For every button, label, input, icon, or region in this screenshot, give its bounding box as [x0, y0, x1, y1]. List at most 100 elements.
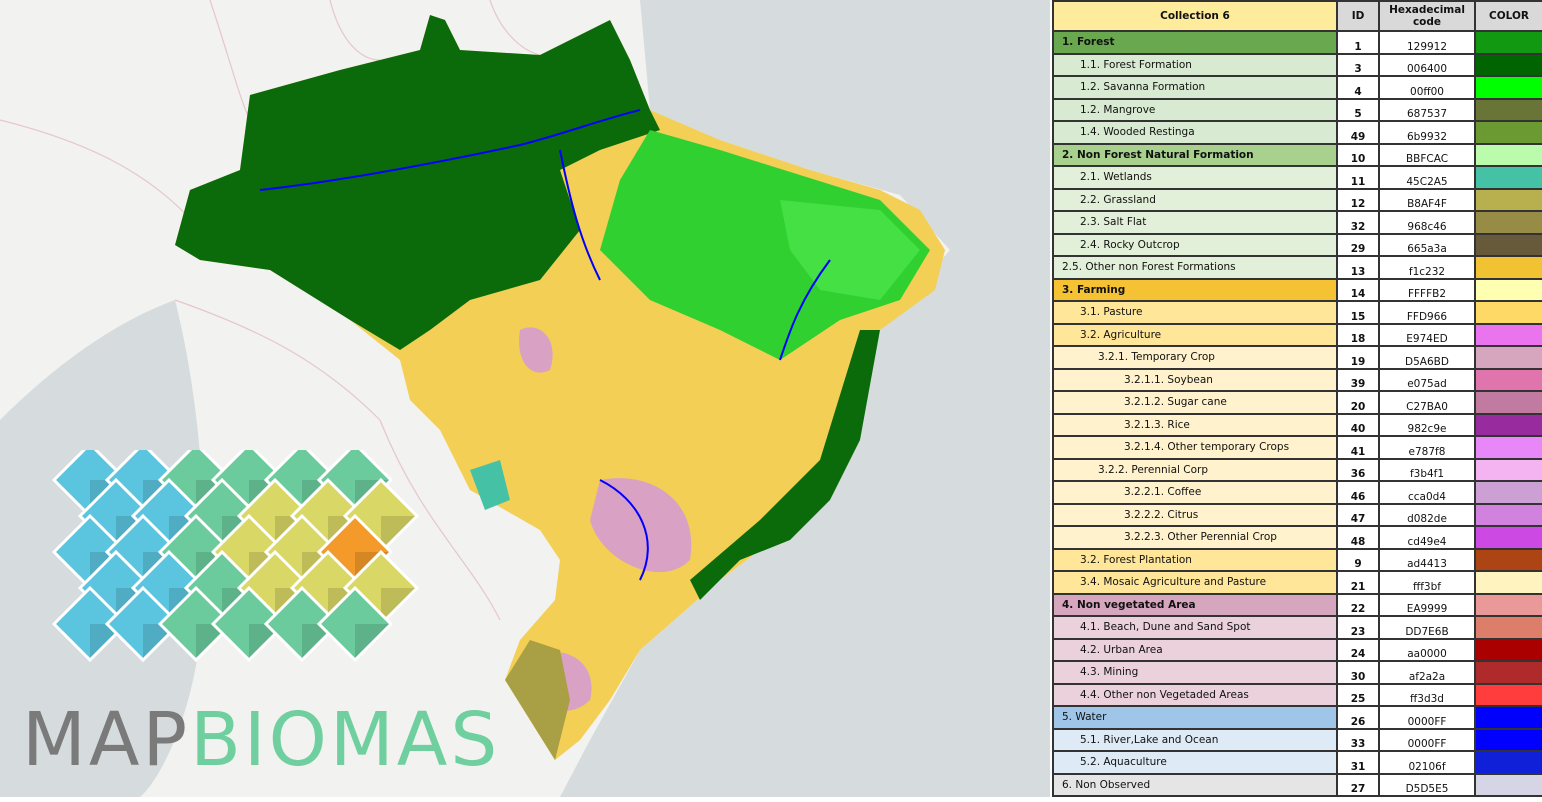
class-id: 1: [1336, 30, 1380, 55]
class-hex-code: f1c232: [1378, 255, 1476, 280]
class-id: 13: [1336, 255, 1380, 280]
class-color-swatch: [1474, 705, 1542, 730]
class-name: 3.2. Agriculture: [1052, 322, 1338, 347]
class-hex-code: ad4413: [1378, 547, 1476, 572]
class-color-swatch: [1474, 232, 1542, 257]
class-id: 26: [1336, 705, 1380, 730]
class-name: 3.2.1.3. Rice: [1052, 412, 1338, 437]
legend-row: 3.2. Agriculture 18 E974ED: [1052, 322, 1542, 347]
class-color-swatch: [1474, 592, 1542, 617]
class-color-swatch: [1474, 727, 1542, 752]
class-id: 21: [1336, 570, 1380, 595]
class-id: 12: [1336, 187, 1380, 212]
legend-row: 4.1. Beach, Dune and Sand Spot 23 DD7E6B: [1052, 615, 1542, 640]
class-id: 49: [1336, 120, 1380, 145]
header-collection: Collection 6: [1052, 0, 1338, 32]
class-name: 5.2. Aquaculture: [1052, 750, 1338, 775]
class-color-swatch: [1474, 457, 1542, 482]
class-color-swatch: [1474, 345, 1542, 370]
class-name: 4.2. Urban Area: [1052, 637, 1338, 662]
legend-row: 3.2.1.3. Rice 40 982c9e: [1052, 412, 1542, 437]
class-id: 22: [1336, 592, 1380, 617]
class-hex-code: e075ad: [1378, 367, 1476, 392]
class-name: 3.4. Mosaic Agriculture and Pasture: [1052, 570, 1338, 595]
class-hex-code: af2a2a: [1378, 660, 1476, 685]
legend-row: 3.2.1.2. Sugar cane 20 C27BA0: [1052, 390, 1542, 415]
class-hex-code: EA9999: [1378, 592, 1476, 617]
legend-table: Collection 6 ID Hexadecimal code COLOR 1…: [1052, 0, 1542, 797]
class-name: 4.3. Mining: [1052, 660, 1338, 685]
class-hex-code: f3b4f1: [1378, 457, 1476, 482]
class-color-swatch: [1474, 660, 1542, 685]
legend-row: 2.4. Rocky Outcrop 29 665a3a: [1052, 232, 1542, 257]
header-hex: Hexadecimal code: [1378, 0, 1476, 32]
legend-row: 3. Farming 14 FFFFB2: [1052, 277, 1542, 302]
class-hex-code: aa0000: [1378, 637, 1476, 662]
class-name: 1.2. Mangrove: [1052, 97, 1338, 122]
class-name: 1.4. Wooded Restinga: [1052, 120, 1338, 145]
legend-row: 5. Water 26 0000FF: [1052, 705, 1542, 730]
class-id: 20: [1336, 390, 1380, 415]
legend-row: 5.1. River,Lake and Ocean 33 0000FF: [1052, 727, 1542, 752]
class-hex-code: BBFCAC: [1378, 142, 1476, 167]
legend-row: 1.4. Wooded Restinga 49 6b9932: [1052, 120, 1542, 145]
class-color-swatch: [1474, 52, 1542, 77]
class-name: 2.1. Wetlands: [1052, 165, 1338, 190]
class-id: 19: [1336, 345, 1380, 370]
class-name: 3.2.2.2. Citrus: [1052, 502, 1338, 527]
class-hex-code: 006400: [1378, 52, 1476, 77]
class-id: 32: [1336, 210, 1380, 235]
class-name: 2.5. Other non Forest Formations: [1052, 255, 1338, 280]
legend-row: 2.2. Grassland 12 B8AF4F: [1052, 187, 1542, 212]
class-hex-code: 129912: [1378, 30, 1476, 55]
class-id: 36: [1336, 457, 1380, 482]
class-name: 5.1. River,Lake and Ocean: [1052, 727, 1338, 752]
header-color: COLOR: [1474, 0, 1542, 32]
class-color-swatch: [1474, 547, 1542, 572]
class-hex-code: cd49e4: [1378, 525, 1476, 550]
class-hex-code: 665a3a: [1378, 232, 1476, 257]
class-color-swatch: [1474, 390, 1542, 415]
legend-row: 3.1. Pasture 15 FFD966: [1052, 300, 1542, 325]
class-name: 3.2.1.4. Other temporary Crops: [1052, 435, 1338, 460]
class-id: 5: [1336, 97, 1380, 122]
class-hex-code: D5D5E5: [1378, 772, 1476, 797]
class-color-swatch: [1474, 187, 1542, 212]
legend-row: 3.2.2.1. Coffee 46 cca0d4: [1052, 480, 1542, 505]
class-color-swatch: [1474, 322, 1542, 347]
class-id: 14: [1336, 277, 1380, 302]
class-id: 41: [1336, 435, 1380, 460]
class-hex-code: 687537: [1378, 97, 1476, 122]
legend-row: 1.2. Mangrove 5 687537: [1052, 97, 1542, 122]
class-name: 3. Farming: [1052, 277, 1338, 302]
class-name: 3.2.2. Perennial Corp: [1052, 457, 1338, 482]
class-id: 31: [1336, 750, 1380, 775]
legend-row: 1.1. Forest Formation 3 006400: [1052, 52, 1542, 77]
class-color-swatch: [1474, 30, 1542, 55]
legend-row: 4.2. Urban Area 24 aa0000: [1052, 637, 1542, 662]
class-id: 3: [1336, 52, 1380, 77]
legend-header-row: Collection 6 ID Hexadecimal code COLOR: [1052, 0, 1542, 32]
class-color-swatch: [1474, 75, 1542, 100]
class-id: 30: [1336, 660, 1380, 685]
mapbiomas-logo-text: MAPBIOMAS: [22, 697, 501, 783]
class-hex-code: E974ED: [1378, 322, 1476, 347]
class-name: 1. Forest: [1052, 30, 1338, 55]
class-id: 27: [1336, 772, 1380, 797]
class-name: 2.4. Rocky Outcrop: [1052, 232, 1338, 257]
class-hex-code: 6b9932: [1378, 120, 1476, 145]
class-color-swatch: [1474, 772, 1542, 797]
land-cover-map[interactable]: MAPBIOMAS: [0, 0, 1050, 797]
class-name: 3.2.2.3. Other Perennial Crop: [1052, 525, 1338, 550]
legend-row: 6. Non Observed 27 D5D5E5: [1052, 772, 1542, 797]
class-id: 18: [1336, 322, 1380, 347]
class-id: 9: [1336, 547, 1380, 572]
class-hex-code: C27BA0: [1378, 390, 1476, 415]
class-id: 15: [1336, 300, 1380, 325]
legend-row: 2.1. Wetlands 11 45C2A5: [1052, 165, 1542, 190]
legend-row: 3.2.1.1. Soybean 39 e075ad: [1052, 367, 1542, 392]
class-id: 29: [1336, 232, 1380, 257]
class-hex-code: 02106f: [1378, 750, 1476, 775]
class-name: 4.4. Other non Vegetaded Areas: [1052, 682, 1338, 707]
class-hex-code: 45C2A5: [1378, 165, 1476, 190]
